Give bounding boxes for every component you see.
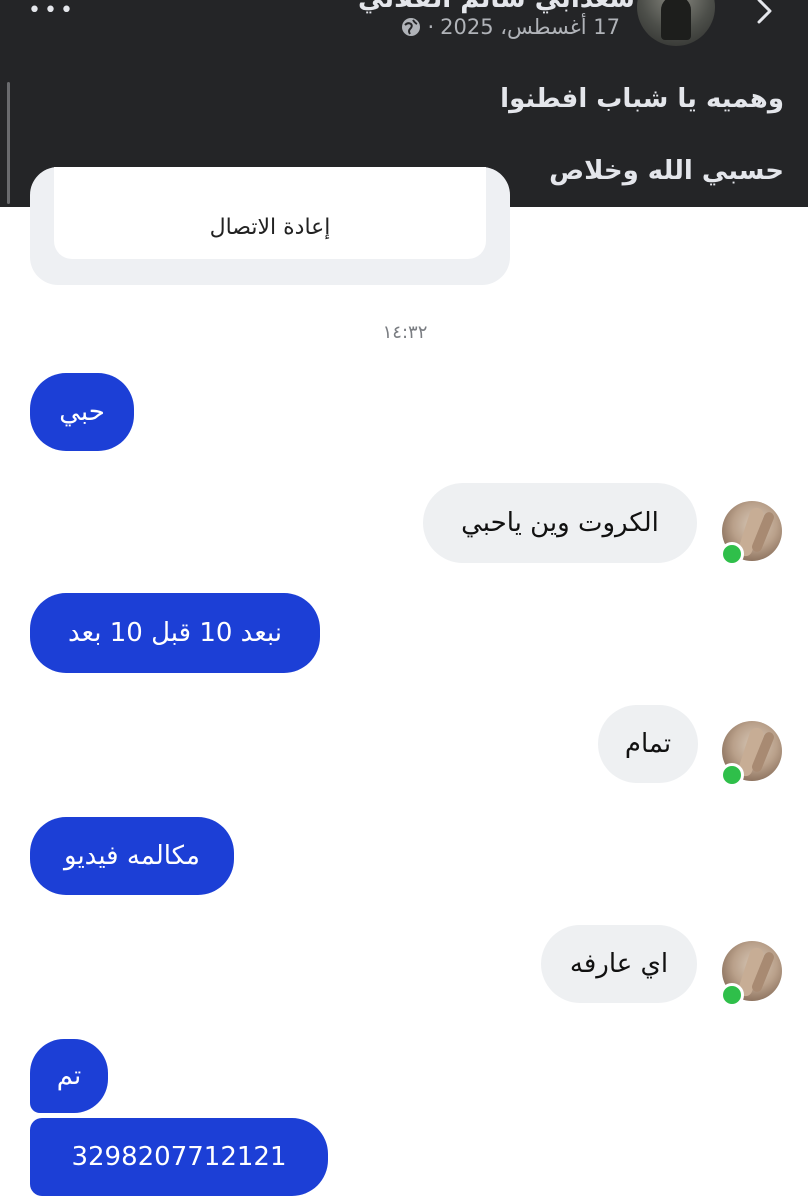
post-date[interactable]: 17 أغسطس، 2025 <box>440 15 620 39</box>
scroll-indicator <box>7 82 10 204</box>
online-status-dot <box>720 763 744 787</box>
chat-screenshot: إعادة الاتصال ١٤:٣٢ حبي الكروت وين ياحبي… <box>0 167 808 1200</box>
sent-message[interactable]: نبعد 10 قبل 10 بعد <box>30 593 320 673</box>
post-text-line-2: حسبي الله وخلاص <box>549 156 784 186</box>
avatar-figure <box>661 0 691 40</box>
call-card: إعادة الاتصال <box>30 167 510 285</box>
meta-separator: · <box>427 15 435 39</box>
author-name[interactable]: سعدابي سالم الفلالي <box>358 0 635 14</box>
call-card-inner: إعادة الاتصال <box>54 167 486 259</box>
online-status-dot <box>720 983 744 1007</box>
post-meta: 17 أغسطس، 2025 · <box>401 15 620 39</box>
received-message[interactable]: الكروت وين ياحبي <box>423 483 697 563</box>
online-status-dot <box>720 542 744 566</box>
sent-message[interactable]: حبي <box>30 373 134 451</box>
message-timestamp: ١٤:٣٢ <box>382 322 428 343</box>
received-message[interactable]: تمام <box>598 705 698 783</box>
sent-message[interactable]: تم <box>30 1039 108 1113</box>
call-again-button[interactable]: إعادة الاتصال <box>54 215 486 240</box>
author-avatar[interactable] <box>637 0 715 46</box>
sent-message-number[interactable]: 3298207712121 <box>30 1118 328 1196</box>
sent-message[interactable]: مكالمه فيديو <box>30 817 234 895</box>
globe-icon <box>402 18 421 36</box>
post-text-line-1: وهميه يا شباب افطنوا <box>500 84 784 114</box>
received-message[interactable]: اي عارفه <box>541 925 697 1003</box>
more-options-button[interactable]: ••• <box>28 0 76 22</box>
chevron-right-icon[interactable] <box>748 0 780 28</box>
